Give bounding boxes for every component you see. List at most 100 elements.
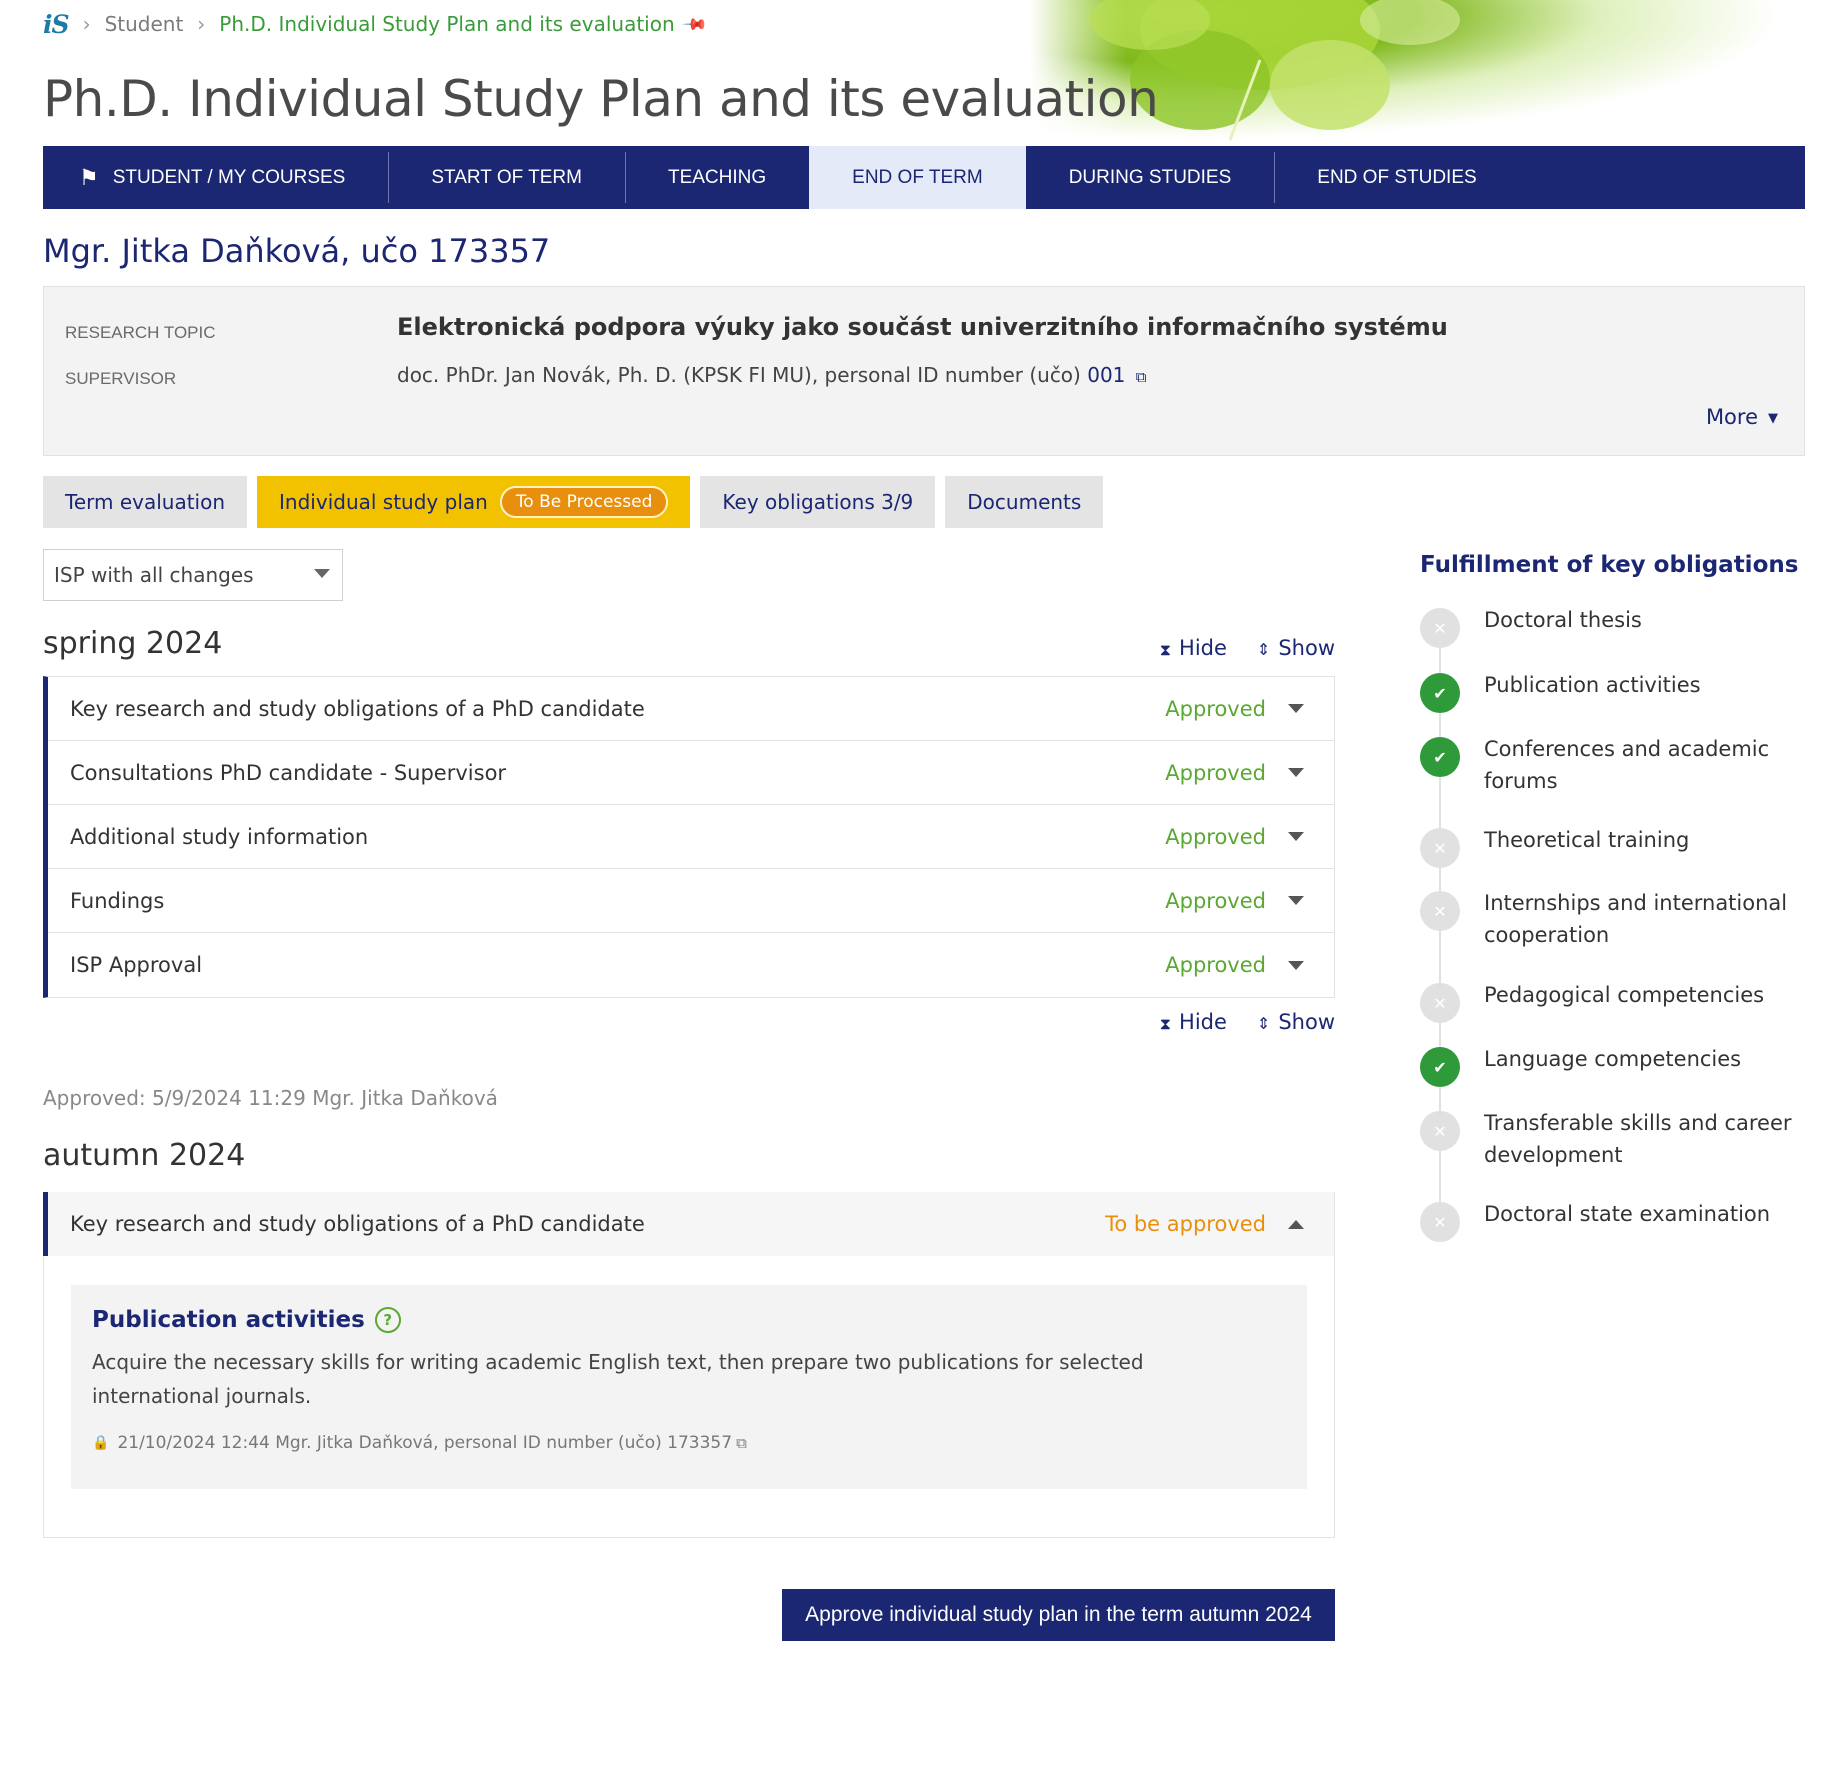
tab-documents[interactable]: Documents: [945, 476, 1104, 528]
student-info-box: RESEARCH TOPIC Elektronická podpora výuk…: [43, 286, 1805, 456]
step-connector: [1439, 777, 1441, 828]
nav-label: END OF TERM: [852, 166, 983, 188]
check-icon: ✔: [1420, 673, 1460, 713]
nav-teaching[interactable]: TEACHING: [624, 146, 809, 209]
show-label: Show: [1278, 1010, 1335, 1034]
sidebar-title: Fulfillment of key obligations: [1420, 552, 1799, 578]
tabs: Term evaluation Individual study plan To…: [43, 476, 1104, 528]
chevron-right-icon: ›: [82, 12, 91, 36]
dropdown-arrow-icon: [314, 569, 330, 578]
cross-icon: ✕: [1420, 983, 1460, 1023]
expand-icon: ⇕: [1256, 1014, 1271, 1033]
tab-label: Documents: [967, 490, 1082, 514]
select-value: ISP with all changes: [54, 563, 254, 587]
hide-label: Hide: [1179, 1010, 1227, 1034]
nav-during-studies[interactable]: DURING STUDIES: [1026, 146, 1275, 209]
row-status: Approved: [1165, 888, 1266, 913]
obligation-description: Acquire the necessary skills for writing…: [92, 1350, 1144, 1408]
obligation-step-label[interactable]: Doctoral state examination: [1484, 1198, 1804, 1230]
hide-all-button[interactable]: ⧗ Hide: [1160, 636, 1227, 660]
term-title-autumn: autumn 2024: [43, 1138, 246, 1173]
status-badge: To Be Processed: [499, 486, 669, 518]
signpost-icon: ⚑: [79, 164, 99, 190]
supervisor-name: doc. PhDr. Jan Novák, Ph. D. (KPSK FI MU…: [397, 363, 1081, 387]
obligation-step-label[interactable]: Language competencies: [1484, 1043, 1804, 1075]
cross-icon: ✕: [1420, 891, 1460, 931]
tab-key-obligations[interactable]: Key obligations 3/9: [700, 476, 936, 528]
pin-icon[interactable]: 📌: [681, 10, 709, 38]
accordion-row[interactable]: Consultations PhD candidate - Supervisor…: [48, 741, 1334, 805]
obligation-step-label[interactable]: Conferences and academic forums: [1484, 733, 1804, 797]
nav-end-of-term[interactable]: END OF TERM: [809, 146, 1026, 209]
row-label: Key research and study obligations of a …: [70, 696, 645, 721]
obligation-step-label[interactable]: Internships and international cooperatio…: [1484, 887, 1804, 951]
supervisor-uco-link[interactable]: 001: [1087, 363, 1125, 387]
nav-start-of-term[interactable]: START OF TERM: [388, 146, 625, 209]
help-icon[interactable]: ?: [374, 1307, 401, 1333]
isp-view-select[interactable]: ISP with all changes: [43, 549, 343, 601]
step-connector: [1439, 931, 1441, 983]
obligation-step-label[interactable]: Transferable skills and career developme…: [1484, 1107, 1804, 1171]
autumn-accordion: Key research and study obligations of a …: [43, 1192, 1335, 1538]
breadcrumb-student[interactable]: Student: [105, 12, 184, 36]
caret-down-icon: [1288, 896, 1304, 905]
row-status: Approved: [1165, 696, 1266, 721]
tab-term-evaluation[interactable]: Term evaluation: [43, 476, 248, 528]
hide-show-controls: ⧗ Hide ⇕ Show: [1160, 636, 1335, 660]
row-status: Approved: [1165, 824, 1266, 849]
chevron-right-icon: ›: [197, 12, 206, 36]
nav-label: END OF STUDIES: [1317, 166, 1477, 188]
breadcrumb: iS › Student › Ph.D. Individual Study Pl…: [43, 6, 708, 42]
accordion-row[interactable]: Fundings Approved: [48, 869, 1334, 933]
main-nav: ⚑ STUDENT / MY COURSES START OF TERM TEA…: [43, 146, 1805, 209]
show-all-button[interactable]: ⇕ Show: [1257, 636, 1335, 660]
approved-note: Approved: 5/9/2024 11:29 Mgr. Jitka Daňk…: [43, 1086, 498, 1110]
is-logo[interactable]: iS: [43, 10, 70, 39]
check-icon: ✔: [1420, 737, 1460, 777]
expand-icon: ⇕: [1256, 640, 1271, 659]
obligation-step-label[interactable]: Pedagogical competencies: [1484, 979, 1804, 1011]
accordion-row[interactable]: ISP Approval Approved: [48, 933, 1334, 997]
obligation-detail: Publication activities ? Acquire the nec…: [71, 1285, 1307, 1489]
nav-end-of-studies[interactable]: END OF STUDIES: [1274, 146, 1519, 209]
step-connector: [1439, 1023, 1441, 1047]
more-button[interactable]: More ▼: [1706, 405, 1778, 429]
accordion-row[interactable]: Key research and study obligations of a …: [48, 677, 1334, 741]
caret-down-icon: [1288, 832, 1304, 841]
tab-individual-study-plan[interactable]: Individual study plan To Be Processed: [257, 476, 691, 528]
step-connector: [1439, 868, 1441, 891]
tab-label: Key obligations 3/9: [722, 490, 914, 514]
approve-isp-button[interactable]: Approve individual study plan in the ter…: [782, 1589, 1335, 1641]
lock-icon: 🔒: [92, 1435, 110, 1451]
step-connector: [1439, 713, 1441, 737]
row-status: Approved: [1165, 760, 1266, 785]
external-link-icon[interactable]: ⧉: [736, 1434, 747, 1452]
nav-label: DURING STUDIES: [1068, 166, 1232, 188]
obligation-title: Publication activities ?: [92, 1307, 1286, 1333]
cross-icon: ✕: [1420, 608, 1460, 648]
show-all-button[interactable]: ⇕ Show: [1257, 1010, 1335, 1034]
hide-label: Hide: [1179, 636, 1227, 660]
cross-icon: ✕: [1420, 828, 1460, 868]
obligation-step-label[interactable]: Theoretical training: [1484, 824, 1804, 856]
caret-down-icon: [1288, 704, 1304, 713]
collapse-icon: ⧗: [1159, 640, 1172, 659]
step-connector: [1439, 1151, 1441, 1202]
external-link-icon[interactable]: ⧉: [1136, 368, 1147, 386]
accordion-row[interactable]: Additional study information Approved: [48, 805, 1334, 869]
obligation-meta-text: 21/10/2024 12:44 Mgr. Jitka Daňková, per…: [117, 1433, 733, 1453]
caret-down-icon: [1288, 960, 1304, 970]
nav-student-my-courses[interactable]: ⚑ STUDENT / MY COURSES: [43, 146, 388, 209]
obligation-step-label[interactable]: Doctoral thesis: [1484, 604, 1804, 636]
hide-all-button[interactable]: ⧗ Hide: [1160, 1010, 1227, 1034]
breadcrumb-current[interactable]: Ph.D. Individual Study Plan and its eval…: [219, 12, 674, 36]
row-label: Consultations PhD candidate - Supervisor: [70, 760, 507, 785]
tab-label: Term evaluation: [65, 490, 226, 514]
cross-icon: ✕: [1420, 1111, 1460, 1151]
obligation-meta: 🔒 21/10/2024 12:44 Mgr. Jitka Daňková, p…: [92, 1433, 1286, 1453]
accordion-row-expanded[interactable]: Key research and study obligations of a …: [43, 1192, 1334, 1256]
row-label: ISP Approval: [70, 953, 203, 977]
obligation-step-label[interactable]: Publication activities: [1484, 669, 1804, 701]
student-name: Mgr. Jitka Daňková, učo 173357: [43, 232, 551, 270]
caret-down-icon: ▼: [1768, 410, 1778, 426]
